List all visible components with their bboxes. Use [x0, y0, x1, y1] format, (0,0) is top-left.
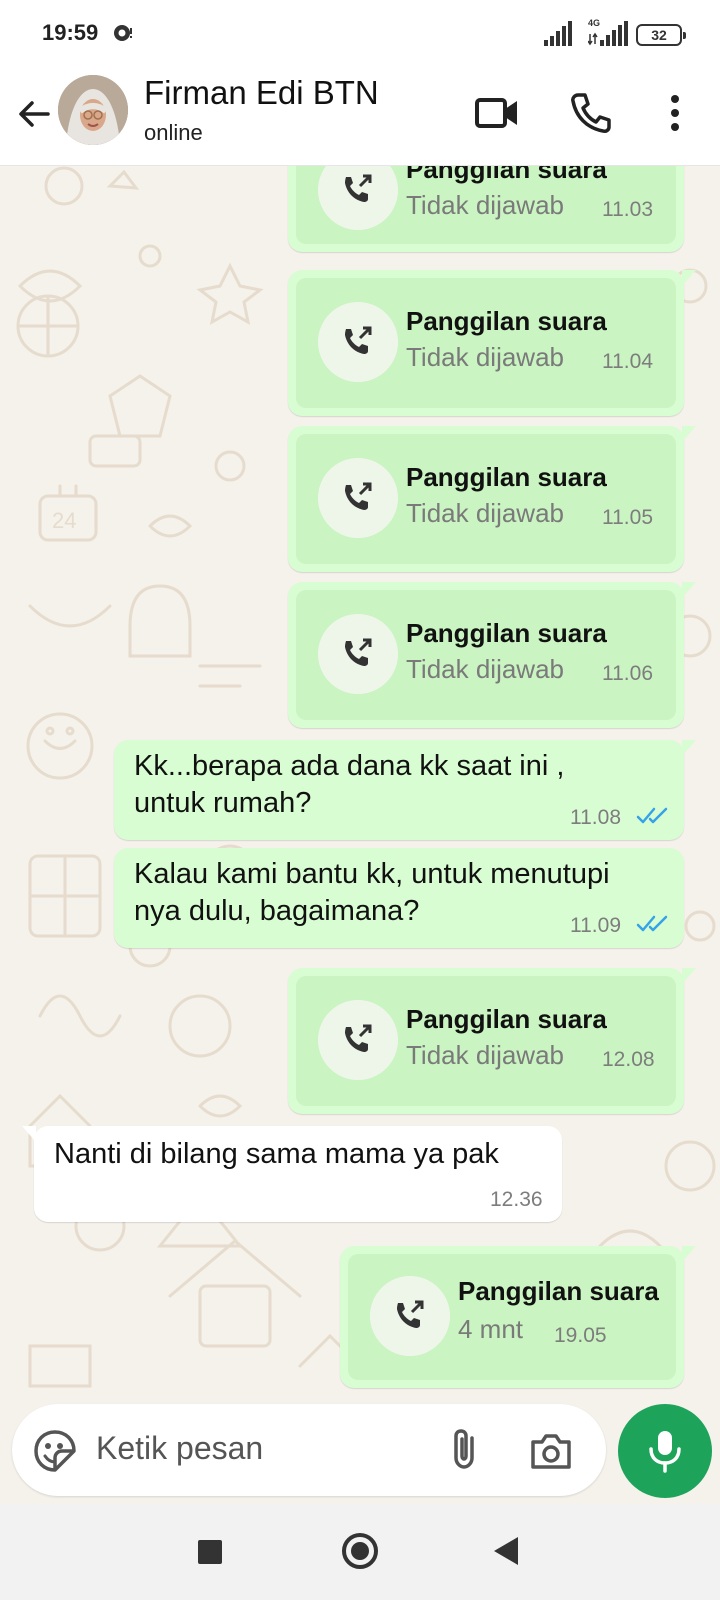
- call-title: Panggilan suara: [406, 166, 607, 184]
- message-time: 12.36: [490, 1188, 543, 1211]
- message-line: Nanti di bilang sama mama ya pak: [54, 1138, 499, 1170]
- outgoing-call-icon: [318, 166, 398, 230]
- call-title: Panggilan suara: [406, 618, 607, 648]
- call-title: Panggilan suara: [458, 1276, 659, 1306]
- message-composer: Ketik pesan: [0, 1404, 720, 1504]
- outgoing-text-bubble[interactable]: Kalau kami bantu kk, untuk menutupi nya …: [114, 848, 684, 948]
- call-title: Panggilan suara: [406, 306, 607, 336]
- read-ticks-icon: [636, 915, 668, 932]
- signal-icon: [544, 21, 572, 46]
- call-status: Tidak dijawab: [406, 1040, 565, 1070]
- message-time: 12.08: [602, 1048, 655, 1071]
- chat-area[interactable]: 24 Panggilan suara Tidak dijawab 11.03 P…: [0, 166, 720, 1404]
- video-call-icon[interactable]: [474, 90, 520, 136]
- message-time: 11.05: [602, 506, 653, 529]
- svg-text:24: 24: [52, 508, 76, 533]
- message-time: 11.03: [602, 198, 653, 221]
- recent-apps-icon[interactable]: [198, 1540, 222, 1564]
- read-ticks-icon: [636, 807, 668, 824]
- call-bubble[interactable]: Panggilan suara Tidak dijawab 11.03: [288, 166, 684, 252]
- back-triangle-icon[interactable]: [494, 1537, 518, 1565]
- call-bubble[interactable]: Panggilan suara 4 mnt 19.05: [340, 1246, 696, 1388]
- message-line: nya dulu, bagaimana?: [134, 895, 420, 927]
- outgoing-call-icon: [318, 458, 398, 538]
- home-icon[interactable]: [342, 1533, 378, 1569]
- call-bubble[interactable]: Panggilan suara Tidak dijawab 12.08: [288, 968, 696, 1114]
- avatar[interactable]: [58, 75, 128, 145]
- voice-call-icon[interactable]: [568, 90, 614, 136]
- notification-icon: [114, 25, 132, 41]
- message-time: 11.06: [602, 662, 653, 685]
- call-bubble[interactable]: Panggilan suara Tidak dijawab 11.06: [288, 582, 696, 728]
- status-time: 19:59: [42, 20, 99, 45]
- call-status: Tidak dijawab: [406, 190, 565, 220]
- message-time: 11.04: [602, 350, 653, 373]
- camera-icon[interactable]: [528, 1428, 574, 1474]
- microphone-icon: [649, 1431, 681, 1473]
- more-options-icon[interactable]: [652, 90, 698, 136]
- sticker-emoji-icon[interactable]: [32, 1428, 78, 1474]
- message-line: Kk...berapa ada dana kk saat ini ,: [134, 750, 565, 782]
- contact-name[interactable]: Firman Edi BTN: [144, 74, 379, 112]
- voice-record-button[interactable]: [618, 1404, 712, 1498]
- back-arrow-icon[interactable]: [14, 94, 54, 134]
- status-bar: 19:59 4G 32: [0, 0, 720, 66]
- message-time: 11.08: [570, 806, 621, 829]
- outgoing-call-icon: [318, 614, 398, 694]
- paperclip-icon[interactable]: [442, 1426, 488, 1472]
- outgoing-text-bubble[interactable]: Kk...berapa ada dana kk saat ini , untuk…: [114, 740, 696, 840]
- call-title: Panggilan suara: [406, 462, 607, 492]
- call-status: Tidak dijawab: [406, 498, 565, 528]
- call-title: Panggilan suara: [406, 1004, 607, 1034]
- call-duration: 4 mnt: [458, 1314, 524, 1344]
- call-status: Tidak dijawab: [406, 654, 565, 684]
- outgoing-call-icon: [370, 1276, 450, 1356]
- battery-indicator: 32: [636, 24, 686, 46]
- message-line: Kalau kami bantu kk, untuk menutupi: [134, 858, 610, 890]
- incoming-text-bubble[interactable]: Nanti di bilang sama mama ya pak 12.36: [22, 1126, 562, 1222]
- call-bubble[interactable]: Panggilan suara Tidak dijawab 11.04: [288, 270, 696, 416]
- system-navigation-bar: [0, 1504, 720, 1600]
- input-placeholder[interactable]: Ketik pesan: [96, 1430, 263, 1467]
- message-time: 19.05: [554, 1324, 607, 1347]
- outgoing-call-icon: [318, 302, 398, 382]
- message-time: 11.09: [570, 914, 621, 937]
- message-input[interactable]: Ketik pesan: [12, 1404, 606, 1496]
- chat-header: Firman Edi BTN online: [0, 66, 720, 166]
- contact-status: online: [144, 120, 203, 145]
- call-status: Tidak dijawab: [406, 342, 565, 372]
- message-line: untuk rumah?: [134, 787, 312, 819]
- outgoing-call-icon: [318, 1000, 398, 1080]
- call-bubble[interactable]: Panggilan suara Tidak dijawab 11.05: [288, 426, 696, 572]
- signal-4g-icon: [588, 21, 628, 46]
